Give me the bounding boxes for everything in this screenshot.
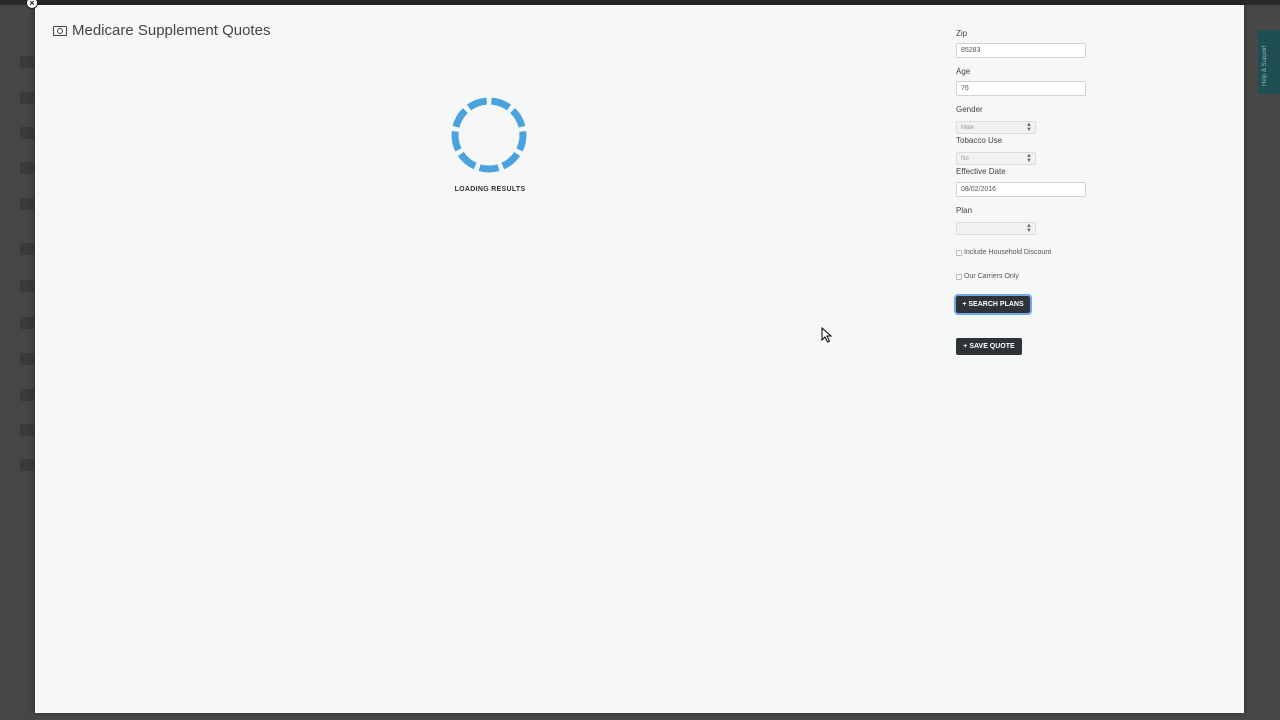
modal-title-text: Medicare Supplement Quotes (72, 22, 271, 39)
tobacco-select[interactable]: No ▲ ▼ (956, 152, 1036, 165)
spinner-segment (478, 164, 500, 173)
our-carriers-label: Our Carriers Only (964, 273, 1019, 280)
plan-label: Plan (956, 206, 973, 215)
users-icon (20, 92, 34, 104)
money-icon (53, 25, 67, 36)
list-icon (20, 127, 34, 139)
mail-icon (20, 243, 34, 255)
link-icon (20, 317, 34, 329)
help-tab-label: Help & Support (1262, 45, 1268, 86)
building-icon (20, 459, 34, 471)
spinner-segment (452, 108, 468, 128)
spinner-segment (490, 97, 512, 111)
spinner-segment (466, 97, 488, 111)
loading-results-label: LOADING RESULTS (454, 186, 526, 193)
tags-icon (20, 424, 34, 436)
gender-select-value: Male (961, 125, 975, 131)
home-icon (20, 56, 34, 68)
tobacco-label: Tobacco Use (956, 136, 1003, 145)
select-arrows-icon: ▲ ▼ (1026, 153, 1032, 164)
search-plans-button[interactable]: + SEARCH PLANS (954, 294, 1032, 315)
select-arrows-icon: ▲ ▼ (1026, 122, 1032, 133)
gender-label: Gender (956, 105, 983, 114)
select-arrows-icon: ▲ ▼ (1026, 223, 1032, 234)
loading-spinner-icon (451, 97, 527, 173)
plan-select[interactable]: ▲ ▼ (956, 222, 1036, 235)
zip-input[interactable]: 85283 (956, 43, 1086, 58)
spinner-segment (457, 151, 477, 170)
spinner-segment (451, 131, 462, 152)
spinner-segment (516, 131, 527, 152)
calendar-icon (20, 162, 34, 174)
modal-title: Medicare Supplement Quotes (53, 22, 270, 39)
umbrella-icon (20, 280, 34, 292)
app-sidebar (0, 5, 36, 720)
app-right-gutter (1244, 5, 1280, 720)
help-tab[interactable]: Help & Support (1258, 30, 1280, 94)
zip-label: Zip (956, 29, 968, 38)
mouse-pointer-icon (821, 327, 833, 343)
spinner-segment (510, 108, 526, 128)
gender-select[interactable]: Male ▲ ▼ (956, 121, 1036, 134)
folder-icon (20, 353, 34, 365)
our-carriers-option[interactable]: Our Carriers Only (956, 273, 1019, 280)
household-discount-label: Include Household Discount (964, 249, 1052, 256)
tobacco-select-value: No (961, 156, 969, 162)
household-discount-checkbox[interactable] (956, 249, 962, 256)
phone-icon (20, 198, 34, 210)
save-quote-button[interactable]: + SAVE QUOTE (956, 338, 1022, 355)
effective-date-input[interactable]: 08/02/2016 (956, 182, 1086, 197)
household-discount-option[interactable]: Include Household Discount (956, 249, 1051, 256)
our-carriers-checkbox[interactable] (956, 273, 962, 280)
effective-date-label: Effective Date (956, 167, 1006, 176)
spinner-segment (501, 151, 521, 170)
quote-modal: Medicare Supplement Quotes LOADING RESUL… (35, 5, 1244, 713)
age-input[interactable]: 76 (956, 81, 1086, 96)
chart-icon (20, 389, 34, 401)
age-label: Age (956, 67, 971, 76)
